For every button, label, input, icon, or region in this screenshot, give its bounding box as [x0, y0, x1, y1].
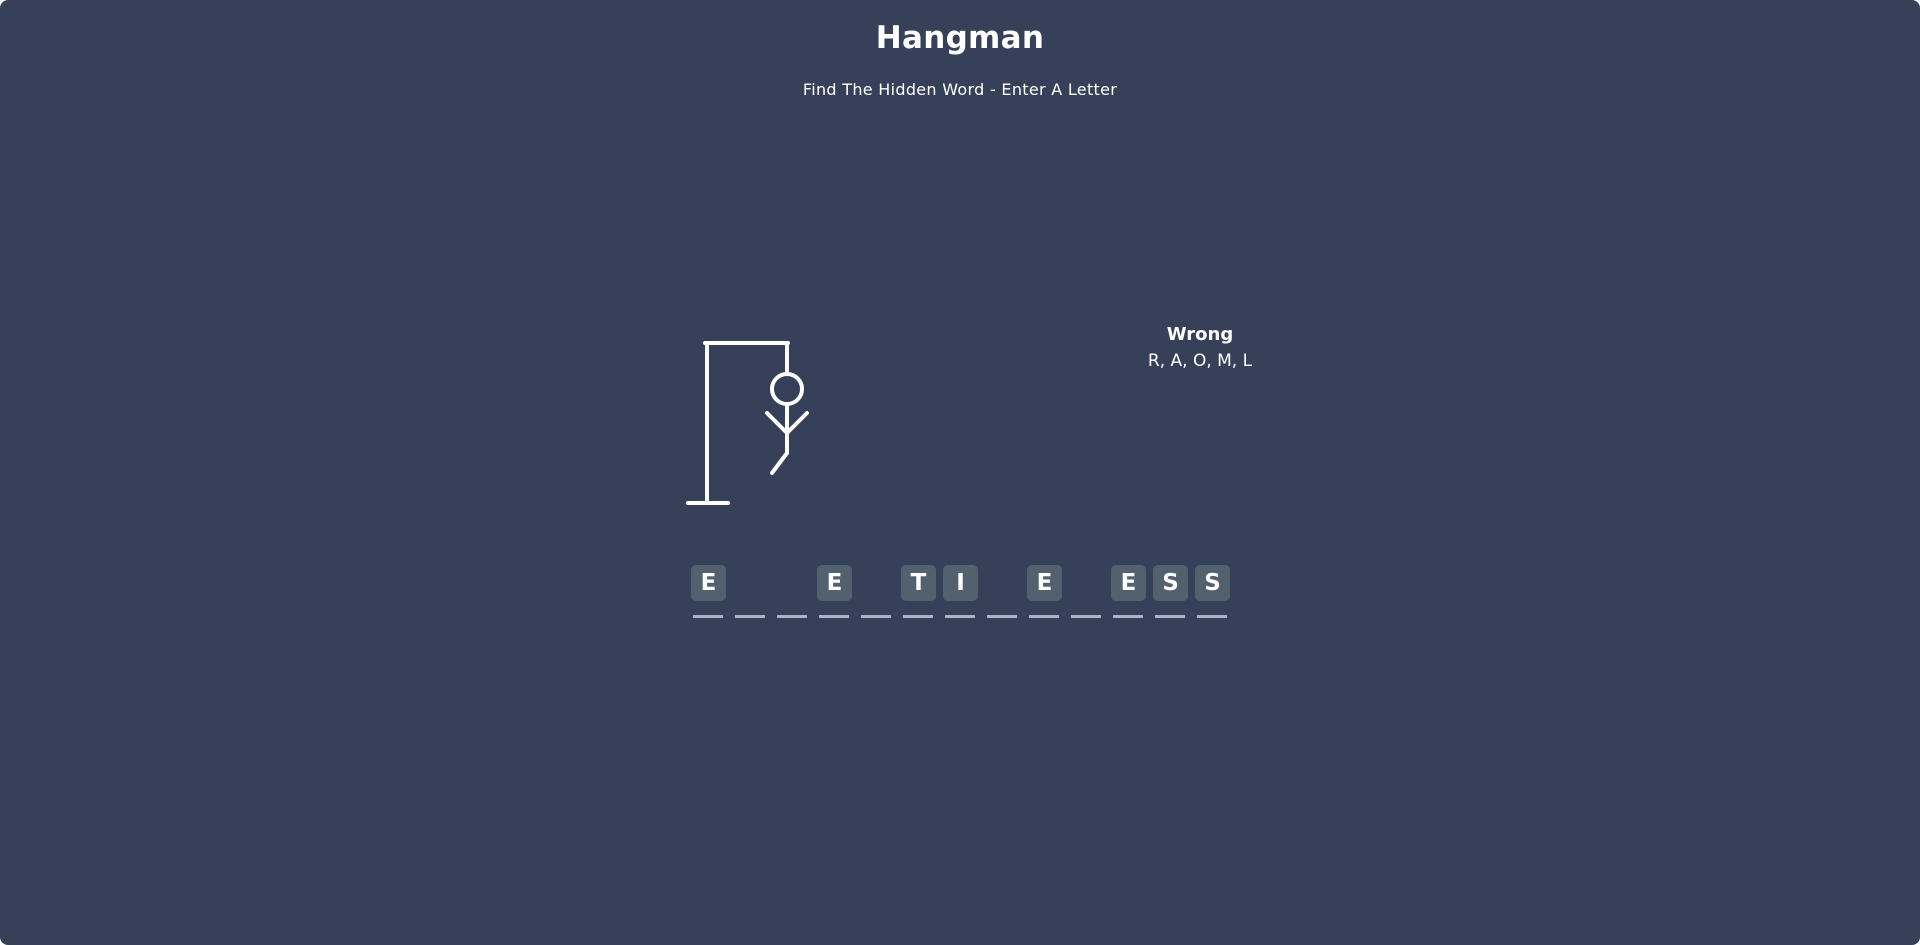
letter-underline — [903, 615, 933, 618]
page-title: Hangman — [875, 20, 1045, 56]
wrong-letters-list: R, A, O, M, L — [1147, 351, 1253, 371]
letter-underline — [987, 615, 1017, 618]
letter-slot: E — [813, 565, 852, 619]
letter-underline — [693, 615, 723, 618]
letter-slot: S — [1149, 565, 1188, 619]
letter-underline — [1071, 615, 1101, 618]
letter-slot: E — [1107, 565, 1146, 619]
letter-underline — [1155, 615, 1185, 618]
revealed-letter: E — [817, 565, 852, 601]
letter-slot — [771, 565, 807, 619]
letter-underline — [1029, 615, 1059, 618]
letter-underline — [735, 615, 765, 618]
letter-underline — [1197, 615, 1227, 618]
letter-underline — [777, 615, 807, 618]
wrong-letters-panel: Wrong R, A, O, M, L — [1100, 324, 1300, 371]
revealed-letter: E — [1027, 565, 1062, 601]
letter-slot: T — [897, 565, 936, 619]
letter-underline — [819, 615, 849, 618]
hangman-right-arm — [785, 411, 809, 435]
hidden-word: EETIEESS — [687, 565, 1230, 619]
revealed-letter: S — [1195, 565, 1230, 601]
revealed-letter: T — [901, 565, 936, 601]
letter-underline — [861, 615, 891, 618]
letter-slot — [729, 565, 765, 619]
hangman-head — [770, 372, 804, 406]
revealed-letter: E — [1111, 565, 1146, 601]
letter-slot: S — [1191, 565, 1230, 619]
revealed-letter: E — [691, 565, 726, 601]
hangman-figure — [686, 341, 809, 505]
letter-underline — [945, 615, 975, 618]
letter-slot: E — [687, 565, 726, 619]
letter-slot — [855, 565, 891, 619]
letter-slot — [981, 565, 1017, 619]
letter-slot — [1065, 565, 1101, 619]
game-board: Hangman Find The Hidden Word - Enter A L… — [0, 0, 1920, 945]
hangman-left-leg — [770, 451, 789, 475]
page-subtitle: Find The Hidden Word - Enter A Letter — [802, 80, 1118, 99]
hangman-left-arm — [765, 411, 789, 435]
letter-slot: E — [1023, 565, 1062, 619]
wrong-letters-title: Wrong — [1166, 324, 1234, 345]
revealed-letter: S — [1153, 565, 1188, 601]
revealed-letter: I — [943, 565, 978, 601]
letter-slot: I — [939, 565, 978, 619]
letter-underline — [1113, 615, 1143, 618]
